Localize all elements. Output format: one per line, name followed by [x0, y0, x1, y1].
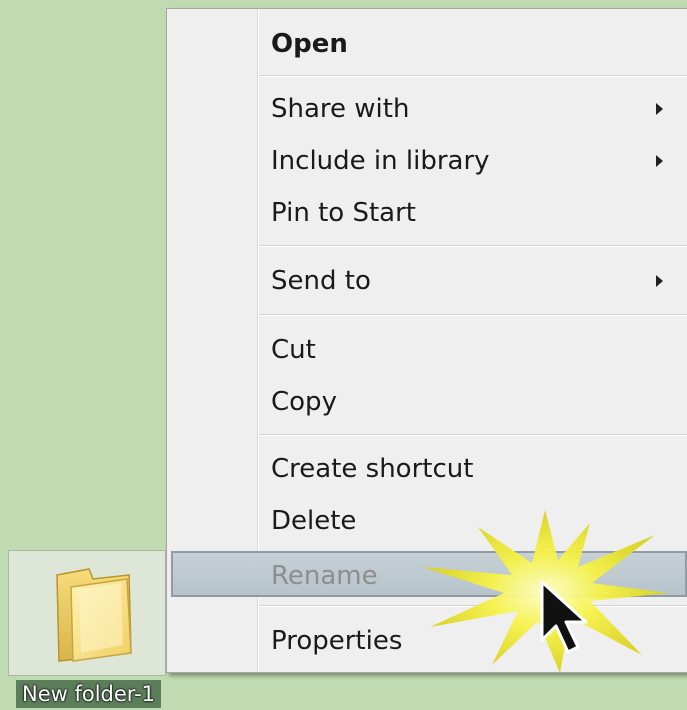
- menu-separator: [259, 245, 687, 247]
- menu-item-label: Copy: [271, 387, 337, 417]
- menu-item-create-shortcut[interactable]: Create shortcut: [171, 446, 687, 492]
- menu-separator: [259, 75, 687, 77]
- submenu-arrow-icon: [656, 275, 663, 287]
- menu-item-copy[interactable]: Copy: [171, 379, 687, 425]
- menu-item-label: Create shortcut: [271, 454, 474, 484]
- menu-separator: [259, 314, 687, 316]
- menu-item-include-in-library[interactable]: Include in library: [171, 138, 687, 184]
- desktop-folder-tile[interactable]: [8, 550, 166, 676]
- menu-item-label: Share with: [271, 94, 410, 124]
- menu-item-open[interactable]: Open: [171, 21, 687, 67]
- menu-item-label: Delete: [271, 506, 357, 536]
- folder-icon: [56, 568, 132, 662]
- menu-item-label: Cut: [271, 335, 316, 365]
- menu-item-share-with[interactable]: Share with: [171, 86, 687, 132]
- menu-item-label: Include in library: [271, 146, 490, 176]
- menu-item-cut[interactable]: Cut: [171, 327, 687, 373]
- menu-item-label: Send to: [271, 266, 371, 296]
- menu-item-label: Rename: [271, 561, 378, 591]
- menu-item-label: Open: [271, 29, 348, 59]
- menu-item-send-to[interactable]: Send to: [171, 258, 687, 304]
- submenu-arrow-icon: [656, 103, 663, 115]
- menu-item-rename[interactable]: Rename: [171, 551, 687, 597]
- context-menu: Open Share with Include in library Pin t…: [166, 8, 687, 673]
- menu-item-label: Pin to Start: [271, 198, 416, 228]
- menu-item-delete[interactable]: Delete: [171, 498, 687, 544]
- menu-item-pin-to-start[interactable]: Pin to Start: [171, 190, 687, 236]
- folder-label[interactable]: New folder-1: [16, 680, 162, 708]
- submenu-arrow-icon: [656, 155, 663, 167]
- menu-separator: [259, 434, 687, 436]
- menu-item-label: Properties: [271, 626, 403, 656]
- menu-separator: [259, 605, 687, 607]
- menu-item-properties[interactable]: Properties: [171, 618, 687, 664]
